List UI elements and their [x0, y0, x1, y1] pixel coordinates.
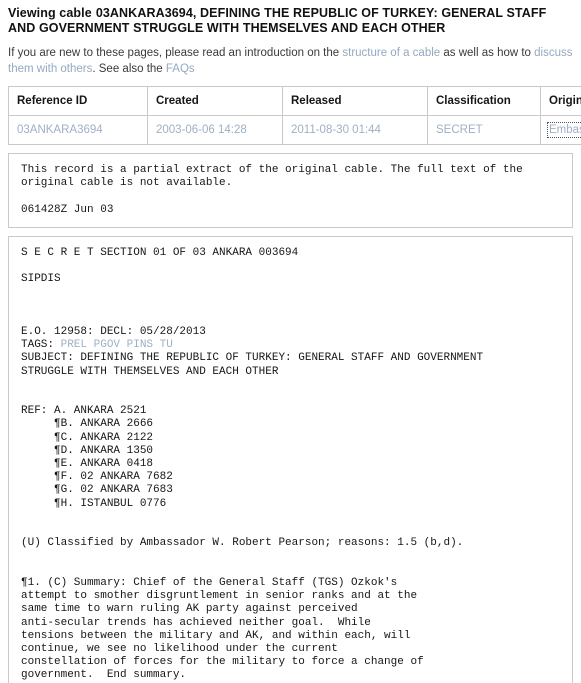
page-title: Viewing cable 03ANKARA3694, DEFINING THE… — [8, 6, 573, 36]
cable-blank-1 — [21, 260, 560, 273]
column-header-classification: Classification — [428, 87, 541, 116]
cable-blank-2 — [21, 286, 560, 326]
link-classification[interactable]: SECRET — [436, 124, 483, 136]
link-released-date[interactable]: 2011-08-30 01:44 — [291, 124, 381, 136]
cable-sipdis: SIPDIS — [21, 273, 560, 286]
column-header-released: Released — [283, 87, 428, 116]
link-reference-id[interactable]: 03ANKARA3694 — [17, 124, 103, 136]
intro-text-3: . See also the — [92, 63, 166, 75]
partial-extract-notice: This record is a partial extract of the … — [8, 153, 573, 228]
cell-reference-id: 03ANKARA3694 — [9, 116, 148, 145]
cable-blank-4 — [21, 511, 560, 537]
page-title-prefix: Viewing cable — [8, 6, 92, 20]
notice-text: This record is a partial extract of the … — [21, 164, 560, 217]
cell-released: 2011-08-30 01:44 — [283, 116, 428, 145]
cable-blank-5 — [21, 550, 560, 576]
cable-metadata-table: Reference ID Created Released Classifica… — [8, 86, 581, 145]
cable-classified-by: (U) Classified by Ambassador W. Robert P… — [21, 537, 560, 550]
cable-eo-line: E.O. 12958: DECL: 05/28/2013 — [21, 326, 560, 339]
cable-classification-line: S E C R E T SECTION 01 OF 03 ANKARA 0036… — [21, 247, 560, 260]
link-cable-tags[interactable]: PREL PGOV PINS TU — [61, 339, 173, 351]
column-header-reference-id: Reference ID — [9, 87, 148, 116]
cable-tags-line: TAGS: PREL PGOV PINS TU — [21, 339, 560, 352]
link-origin-embassy[interactable]: Embassy Ankara — [549, 124, 581, 136]
cable-subject: SUBJECT: DEFINING THE REPUBLIC OF TURKEY… — [21, 352, 560, 378]
cable-body-panel: S E C R E T SECTION 01 OF 03 ANKARA 0036… — [8, 236, 573, 683]
page-title-cable-id: 03ANKARA3694 — [96, 6, 193, 20]
column-header-origin: Origin — [541, 87, 581, 116]
intro-text-2: as well as how to — [440, 47, 534, 59]
intro-text-1: If you are new to these pages, please re… — [8, 47, 342, 59]
link-structure-of-a-cable[interactable]: structure of a cable — [342, 47, 440, 59]
cell-created: 2003-06-06 14:28 — [148, 116, 283, 145]
cable-tags-label: TAGS: — [21, 339, 61, 351]
cell-classification: SECRET — [428, 116, 541, 145]
table-header-row: Reference ID Created Released Classifica… — [9, 87, 581, 116]
cable-summary-paragraph: ¶1. (C) Summary: Chief of the General St… — [21, 577, 560, 683]
link-faqs[interactable]: FAQs — [166, 63, 195, 75]
cell-origin: Embassy Ankara — [541, 116, 581, 145]
cable-page: Viewing cable 03ANKARA3694, DEFINING THE… — [0, 0, 581, 683]
cable-blank-3 — [21, 379, 560, 405]
column-header-created: Created — [148, 87, 283, 116]
intro-paragraph: If you are new to these pages, please re… — [8, 46, 573, 77]
link-created-date[interactable]: 2003-06-06 14:28 — [156, 124, 247, 136]
table-row: 03ANKARA3694 2003-06-06 14:28 2011-08-30… — [9, 116, 581, 145]
cable-references: REF: A. ANKARA 2521 ¶B. ANKARA 2666 ¶C. … — [21, 405, 560, 511]
